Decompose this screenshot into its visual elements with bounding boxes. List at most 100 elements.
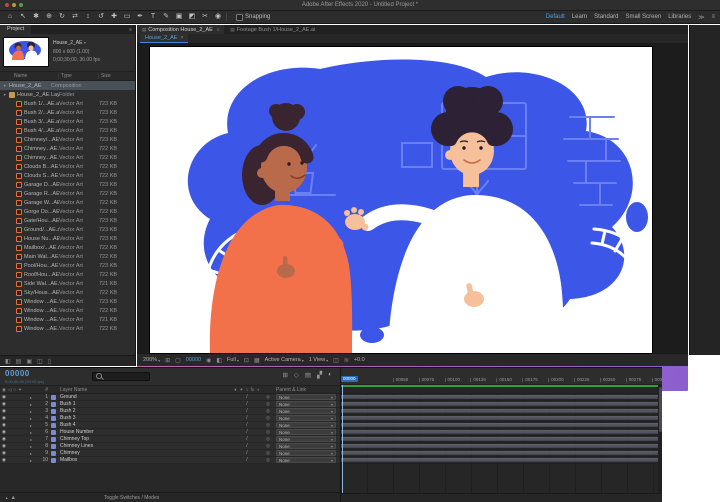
parent-dropdown[interactable]: None▾ bbox=[276, 415, 336, 421]
parent-pickwhip-icon[interactable]: ◎ bbox=[266, 401, 276, 407]
mask-visibility-icon[interactable]: ▢ bbox=[175, 357, 181, 364]
parent-dropdown[interactable]: None▾ bbox=[276, 401, 336, 407]
project-item[interactable]: Bush 3/...AE.aiVector Art723 KB bbox=[0, 117, 135, 126]
timeline-track-rows[interactable] bbox=[341, 394, 658, 493]
workspace-tab-small-screen[interactable]: Small Screen bbox=[626, 14, 662, 20]
layer-name[interactable]: Bush 2 bbox=[56, 408, 228, 414]
delete-icon[interactable]: ▯ bbox=[48, 358, 51, 365]
workspace-tab-default[interactable]: Default bbox=[546, 14, 565, 20]
zoom-in-icon[interactable]: ▲ bbox=[10, 495, 15, 501]
project-item[interactable]: Sky/Hous...AE.aiVector Art722 KB bbox=[0, 288, 135, 297]
video-toggle-icon[interactable]: ◉ bbox=[0, 401, 8, 407]
workspace-menu-icon[interactable]: ≡ bbox=[711, 14, 715, 20]
camera-menu[interactable]: Active Camera▾ bbox=[265, 357, 304, 363]
layer-name[interactable]: House Number bbox=[56, 429, 228, 435]
eraser-tool[interactable]: ◩ bbox=[187, 11, 197, 23]
parent-pickwhip-icon[interactable]: ◎ bbox=[266, 422, 276, 428]
quality-switch-icon[interactable]: / bbox=[228, 394, 266, 400]
timeline-layer-row[interactable]: ◉▸3Bush 2/◎None▾ bbox=[0, 408, 340, 415]
parent-dropdown[interactable]: None▾ bbox=[276, 422, 336, 428]
project-item[interactable]: Window ...AE.aiVector Art722 KB bbox=[0, 306, 135, 315]
column-header-size[interactable]: Size bbox=[98, 73, 135, 79]
project-item[interactable]: Bush 1/...AE.aiVector Art723 KB bbox=[0, 99, 135, 108]
layer-duration-bar[interactable] bbox=[341, 416, 658, 420]
parent-pickwhip-icon[interactable]: ◎ bbox=[266, 415, 276, 421]
grid-and-guides-icon[interactable]: ⊞ bbox=[165, 357, 170, 364]
project-item[interactable]: Bush 2/...AE.aiVector Art723 KB bbox=[0, 108, 135, 117]
parent-dropdown[interactable]: None▾ bbox=[276, 429, 336, 435]
project-item[interactable]: Clouds B...AE.aiVector Art722 KB bbox=[0, 162, 135, 171]
twirl-icon[interactable]: ▸ bbox=[30, 451, 38, 456]
roto-brush-tool[interactable]: ✂ bbox=[200, 11, 210, 23]
layer-duration-bar[interactable] bbox=[341, 458, 658, 462]
zoom-button[interactable] bbox=[19, 3, 23, 7]
quality-switch-icon[interactable]: / bbox=[228, 457, 266, 463]
parent-dropdown[interactable]: None▾ bbox=[276, 457, 336, 463]
workspace-tab-learn[interactable]: Learn bbox=[572, 14, 587, 20]
type-tool[interactable]: T bbox=[148, 11, 158, 23]
quality-switch-icon[interactable]: / bbox=[228, 415, 266, 421]
column-header-layer-name[interactable]: Layer Name bbox=[57, 387, 228, 393]
color-depth-icon[interactable]: ◫ bbox=[37, 358, 43, 365]
home-tool[interactable]: ⌂ bbox=[5, 11, 15, 23]
workspace-overflow-icon[interactable]: ≫ bbox=[698, 14, 704, 21]
zoom-tool[interactable]: ⊕ bbox=[44, 11, 54, 23]
hand-tool[interactable]: ✱ bbox=[31, 11, 41, 23]
close-button[interactable] bbox=[5, 3, 9, 7]
draft-3d-icon[interactable]: ◇ bbox=[294, 371, 299, 379]
twirl-icon[interactable]: ▸ bbox=[30, 395, 38, 400]
video-toggle-icon[interactable]: ◉ bbox=[0, 422, 8, 428]
timeline-track-row[interactable] bbox=[341, 429, 658, 436]
parent-dropdown[interactable]: None▾ bbox=[276, 450, 336, 456]
project-item[interactable]: Clouds S...AE.aiVector Art722 KB bbox=[0, 171, 135, 180]
project-item[interactable]: Side Wal...AE.aiVector Art721 KB bbox=[0, 279, 135, 288]
snapping-toggle[interactable]: Snapping bbox=[236, 14, 270, 21]
project-item[interactable]: ▼House_2_AEComposition bbox=[0, 81, 135, 90]
project-item[interactable]: Mailbox/...AE.aiVector Art722 KB bbox=[0, 243, 135, 252]
video-toggle-icon[interactable]: ◉ bbox=[0, 429, 8, 435]
timeline-layer-row[interactable]: ◉▸1Ground/◎None▾ bbox=[0, 394, 340, 401]
panel-tab[interactable]: ▤Composition House_2_AE≡ bbox=[137, 25, 224, 34]
timeline-track-row[interactable] bbox=[341, 457, 658, 464]
region-of-interest-icon[interactable]: ⊡ bbox=[244, 357, 249, 364]
pan-camera-tool[interactable]: ⇄ bbox=[70, 11, 80, 23]
panel-menu-icon[interactable]: ≡ bbox=[217, 27, 220, 32]
timeline-layer-row[interactable]: ◉▸8Chimney Lines/◎None▾ bbox=[0, 443, 340, 450]
parent-pickwhip-icon[interactable]: ◎ bbox=[266, 408, 276, 414]
video-toggle-icon[interactable]: ◉ bbox=[0, 443, 8, 449]
timeline-layer-row[interactable]: ◉▸4Bush 3/◎None▾ bbox=[0, 415, 340, 422]
project-item[interactable]: Window ...AE.aiVector Art723 KB bbox=[0, 297, 135, 306]
parent-dropdown[interactable]: None▾ bbox=[276, 443, 336, 449]
parent-pickwhip-icon[interactable]: ◎ bbox=[266, 436, 276, 442]
project-item[interactable]: Chimney/...AE.aiVector Art723 KB bbox=[0, 135, 135, 144]
snapshot-icon[interactable]: ◉ bbox=[206, 357, 211, 364]
close-icon[interactable]: × bbox=[180, 35, 183, 41]
timeline-scrollbar[interactable] bbox=[658, 385, 662, 493]
parent-dropdown[interactable]: None▾ bbox=[276, 436, 336, 442]
viewer-tab-house-2-ae[interactable]: House_2_AE × bbox=[140, 34, 188, 43]
new-composition-icon[interactable]: ▣ bbox=[26, 358, 32, 365]
layer-duration-bar[interactable] bbox=[341, 402, 658, 406]
timeline-track-row[interactable] bbox=[341, 450, 658, 457]
exposure-display[interactable]: +0.0 bbox=[354, 357, 365, 363]
video-toggle-icon[interactable]: ◉ bbox=[0, 436, 8, 442]
project-item[interactable]: Bush 4/...AE.aiVector Art723 KB bbox=[0, 126, 135, 135]
project-item[interactable]: House Nu...AE.aiVector Art723 KB bbox=[0, 234, 135, 243]
magnification-menu[interactable]: 200%▾ bbox=[143, 357, 160, 363]
current-time-indicator[interactable] bbox=[342, 385, 343, 493]
parent-pickwhip-icon[interactable]: ◎ bbox=[266, 443, 276, 449]
current-time-display[interactable]: 00000 bbox=[186, 357, 201, 363]
layer-name[interactable]: Ground bbox=[56, 394, 228, 400]
timeline-layer-row[interactable]: ◉▸9Chimney/◎None▾ bbox=[0, 450, 340, 457]
quality-switch-icon[interactable]: / bbox=[228, 408, 266, 414]
layer-name[interactable]: Mailbox bbox=[56, 457, 228, 463]
parent-pickwhip-icon[interactable]: ◎ bbox=[266, 394, 276, 400]
timeline-track-row[interactable] bbox=[341, 401, 658, 408]
timeline-track-row[interactable] bbox=[341, 443, 658, 450]
show-channel-icon[interactable]: ◧ bbox=[216, 357, 222, 364]
composition-mini-flowchart-icon[interactable]: ⊞ bbox=[282, 371, 287, 379]
timeline-layer-row[interactable]: ◉▸5Bush 4/◎None▾ bbox=[0, 422, 340, 429]
parent-pickwhip-icon[interactable]: ◎ bbox=[266, 429, 276, 435]
project-item[interactable]: Window ...AE.aiVector Art721 KB bbox=[0, 315, 135, 324]
project-item[interactable]: Garage R...AE.aiVector Art722 KB bbox=[0, 189, 135, 198]
